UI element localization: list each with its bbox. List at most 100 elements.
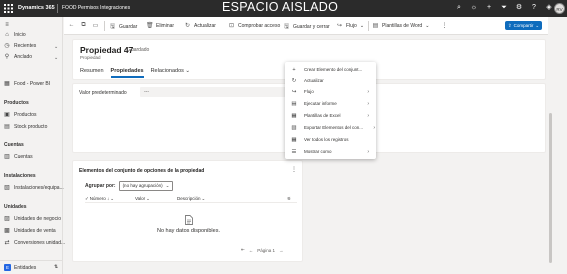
app-name[interactable]: Dynamics 365 — [18, 5, 55, 11]
chevron-right-icon: › — [367, 88, 369, 95]
popout-button[interactable]: ⧉ — [80, 22, 87, 29]
menu-item-refresh[interactable]: ↻ Actualizar — [285, 75, 376, 86]
sidebar-item-stock[interactable]: ▤ Stock producto — [4, 124, 47, 130]
refresh-button[interactable]: ↻ Actualizar — [184, 22, 216, 30]
tab-propiedades[interactable]: Propiedades — [110, 68, 144, 78]
sidebar-item-cuentas[interactable]: ▥ Cuentas — [4, 154, 33, 160]
more-icon[interactable]: ⋮ — [291, 166, 297, 173]
default-value-field[interactable]: --- — [140, 87, 290, 97]
tab-relacionados[interactable]: Relacionados ⌄ — [151, 68, 190, 78]
flow-button[interactable]: ↪ Flujo ⌄ — [336, 22, 365, 30]
tab-list: Resumen Propiedades Relacionados ⌄ — [80, 68, 190, 78]
save-close-label: Guardar y cerrar — [293, 24, 330, 30]
column-valor[interactable]: Valor ⌄ — [135, 196, 177, 202]
hamburger-menu[interactable]: ≡ — [4, 22, 10, 28]
entity-name: Propiedad — [80, 55, 101, 60]
subgrid-title: Elementos del conjunto de opciones de la… — [79, 168, 205, 174]
sidebar-item-instalaciones[interactable]: ▧ Instalaciones/equipa... — [4, 185, 64, 191]
switch-area-icon[interactable]: ⇅ — [54, 264, 58, 270]
sidebar-item-label: Conversiones unidad... — [14, 240, 66, 246]
menu-item-label: Exportar Elementos del con... — [304, 125, 364, 130]
chevron-down-icon[interactable]: ⌄ — [54, 44, 58, 50]
sidebar-item-recent[interactable]: ◷ Recientes — [4, 43, 36, 49]
check-access-button[interactable]: ⊡ Comprobar acceso — [228, 22, 280, 30]
flow-icon: ↪ — [291, 88, 297, 95]
sidebar-item-label: Productos — [14, 112, 37, 118]
checkmark-icon[interactable]: ✓ — [85, 196, 89, 202]
area-switcher[interactable]: E Entidades ⇅ — [0, 260, 63, 274]
chevron-down-icon: ⌄ — [359, 22, 365, 29]
sidebar-item-conversiones[interactable]: ⇄ Conversiones unidad... — [4, 240, 65, 246]
chevron-down-icon: ⌄ — [201, 195, 206, 201]
refresh-icon: ↻ — [291, 77, 297, 84]
lightbulb-icon[interactable]: ☼ — [470, 4, 478, 12]
chevron-down-icon: ⌄ — [165, 183, 170, 188]
menu-item-export[interactable]: ▧ Exportar Elementos del con... › — [285, 122, 376, 133]
filter-icon[interactable]: ⏷ — [500, 4, 508, 12]
empty-state-text: No hay datos disponibles. — [157, 228, 220, 234]
fullscreen-button[interactable]: ▭ — [92, 22, 99, 29]
sidebar-item-pinned[interactable]: ⚲ Anclado — [4, 54, 32, 60]
group-by-label: Agrupar por: — [85, 183, 116, 189]
save-close-button[interactable]: 🖫 Guardar y cerrar — [283, 22, 330, 32]
share-button[interactable]: ⇪ Compartir ⌄ — [505, 21, 542, 30]
menu-item-view-all[interactable]: ▦ Ver todos los registros — [285, 134, 376, 145]
menu-item-show-as[interactable]: ☰ Mostrar como › — [285, 146, 376, 157]
copilot-icon[interactable]: ◈ — [545, 4, 553, 12]
menu-item-label: Flujo — [304, 89, 314, 94]
avatar[interactable]: RV — [554, 3, 565, 14]
sidebar-item-app[interactable]: ▦ Food - Power BI — [4, 81, 50, 87]
word-templates-button[interactable]: ▤ Plantillas de Word ⌄ — [372, 22, 430, 30]
menu-item-create[interactable]: + Crear Elemento del conjunt... — [285, 64, 376, 75]
group-by-select[interactable]: (no hay agrupación) ⌄ — [118, 181, 174, 191]
home-icon: ⌂ — [5, 32, 9, 38]
sidebar-item-label: Cuentas — [14, 154, 33, 160]
module-name[interactable]: FOOD Permisos Integraciones — [62, 5, 130, 11]
flow-label: Flujo — [346, 22, 357, 29]
menu-item-label: Actualizar — [304, 78, 324, 83]
first-page-icon[interactable]: ⇤ — [241, 247, 245, 253]
plus-icon[interactable]: + — [485, 4, 493, 12]
sidebar-item-label: Stock producto — [14, 124, 48, 130]
refresh-label: Actualizar — [194, 22, 216, 29]
chevron-down-icon[interactable]: ⌄ — [54, 55, 58, 61]
column-descripcion[interactable]: Descripción ⌄ — [177, 196, 287, 202]
save-status: - Guardado — [124, 47, 150, 53]
section-header-unidades: Unidades — [4, 204, 27, 210]
next-page-icon[interactable]: → — [279, 248, 284, 253]
stock-icon: ▤ — [4, 124, 10, 130]
sidebar-item-unidades-negocio[interactable]: ▨ Unidades de negocio — [4, 216, 61, 222]
menu-item-excel-templates[interactable]: ▦ Plantillas de Excel › — [285, 110, 376, 121]
menu-item-flow[interactable]: ↪ Flujo › — [285, 86, 376, 97]
gear-icon[interactable]: ⚙ — [515, 4, 523, 12]
excel-icon: ▦ — [291, 112, 297, 119]
chevron-right-icon: › — [367, 148, 369, 155]
hamburger-icon[interactable]: ≡ — [4, 22, 10, 28]
sidebar-item-unidades-venta[interactable]: ▩ Unidades de venta — [4, 228, 56, 234]
sidebar-item-label: Unidades de venta — [14, 228, 56, 234]
prev-page-icon[interactable]: ← — [249, 248, 254, 253]
delete-label: Eliminar — [156, 22, 175, 29]
scrollbar[interactable] — [549, 113, 552, 263]
column-number[interactable]: ✓ Número ↓ ⌄ — [85, 196, 135, 202]
back-button[interactable]: ← — [68, 22, 75, 28]
options-subgrid: Elementos del conjunto de opciones de la… — [72, 160, 303, 262]
overflow-menu: + Crear Elemento del conjunt... ↻ Actualiz… — [285, 62, 376, 159]
more-commands-button[interactable]: ⋮ — [441, 22, 448, 29]
column-settings-icon[interactable]: ⚟ — [287, 196, 291, 202]
search-icon[interactable]: ⌕ — [455, 4, 463, 12]
delete-button[interactable]: 🗑 Eliminar — [146, 22, 175, 30]
help-icon[interactable]: ? — [530, 4, 538, 12]
default-value-label: Valor predeterminado — [79, 90, 127, 96]
clock-icon: ◷ — [4, 43, 10, 49]
sidebar-item-productos[interactable]: ▣ Productos — [4, 112, 37, 118]
sidebar-item-label: Food - Power BI — [14, 81, 51, 87]
save-button[interactable]: 🖫 Guardar — [109, 22, 137, 32]
section-header-instalaciones: Instalaciones — [4, 173, 36, 179]
sidebar-item-home[interactable]: ⌂ Inicio — [4, 32, 26, 38]
column-settings[interactable]: ⚟ — [287, 196, 291, 202]
menu-item-run-report[interactable]: ▤ Ejecutar informe › — [285, 98, 376, 109]
tab-resumen[interactable]: Resumen — [80, 68, 104, 78]
section-header-productos: Productos — [4, 100, 29, 106]
app-launcher-icon[interactable] — [4, 4, 13, 13]
